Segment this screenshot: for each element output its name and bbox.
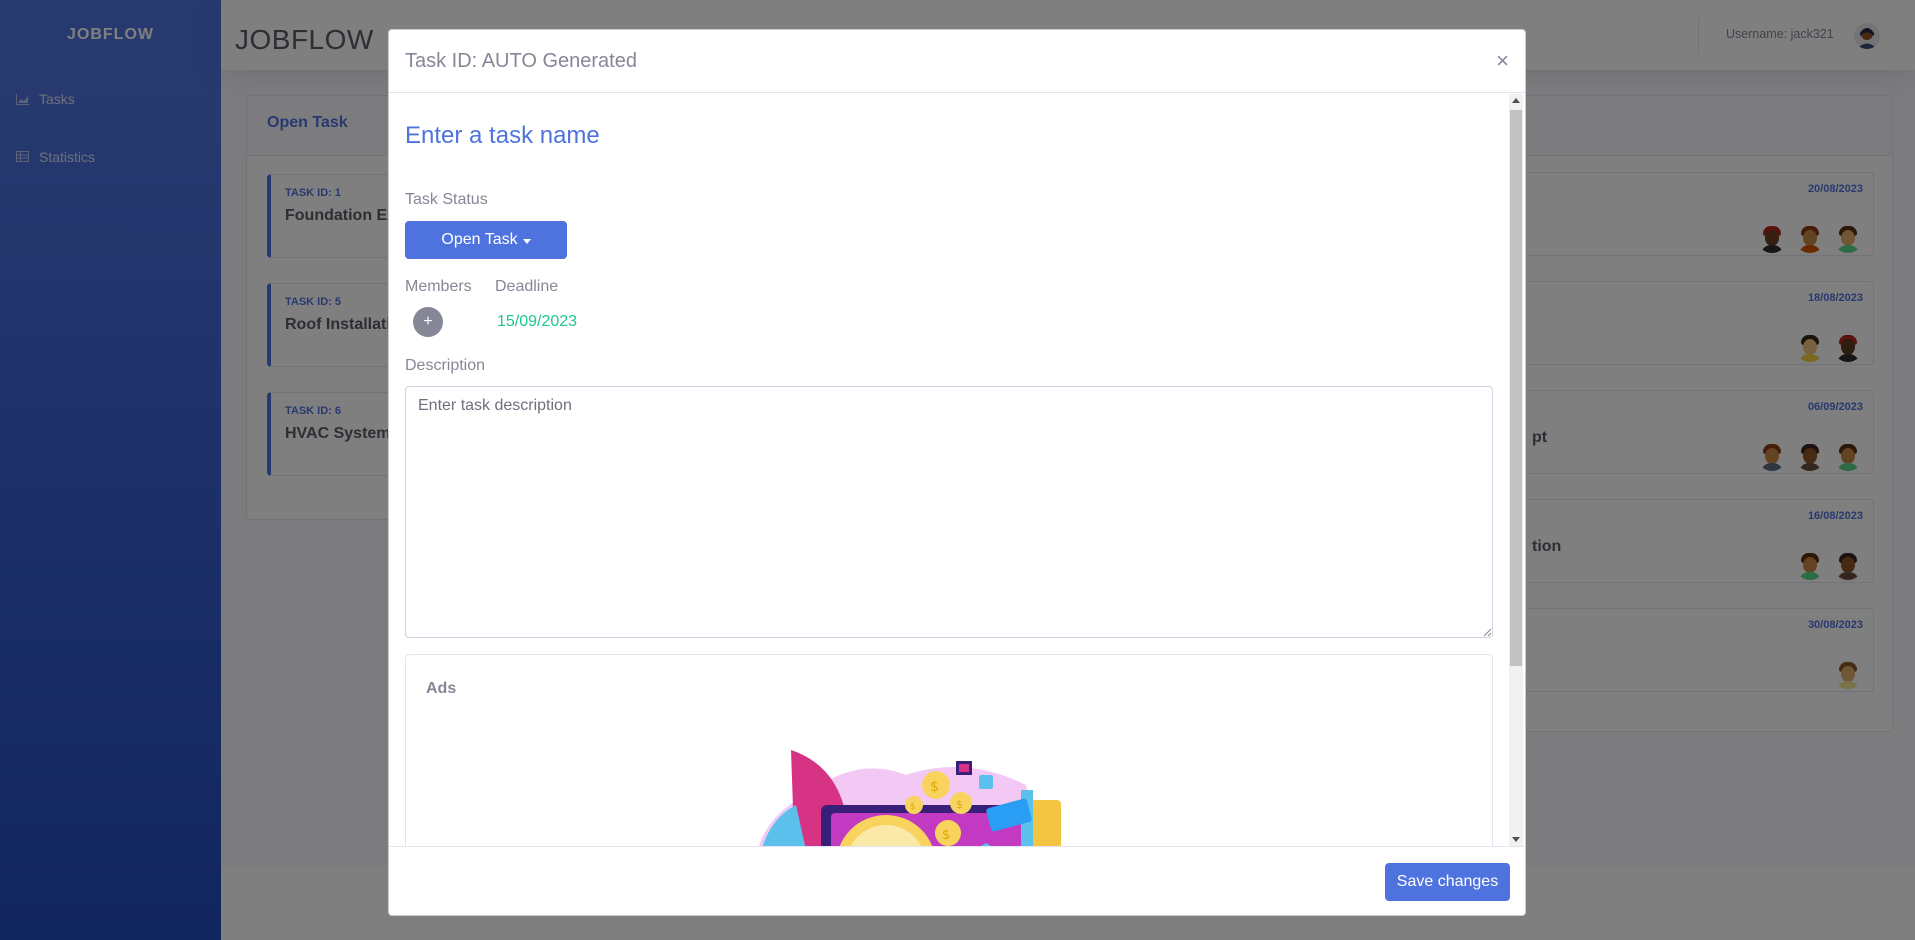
members-label: Members [405,278,472,295]
ads-title: Ads [426,680,457,697]
modal-scrollbar[interactable] [1509,94,1523,847]
task-name-editable[interactable]: Enter a task name [405,122,600,150]
description-label: Description [405,357,486,374]
description-textarea[interactable] [405,386,1493,638]
ads-card: Ads $ $ $ $ $ [405,654,1493,847]
modal-title: Task ID: AUTO Generated [405,49,637,72]
close-icon[interactable]: × [1496,50,1509,72]
scroll-down-icon[interactable] [1512,837,1520,842]
svg-text:$: $ [956,798,963,811]
modal-body: Enter a task name Task Status Open Task … [389,94,1525,847]
modal-header: Task ID: AUTO Generated × [389,30,1525,93]
deadline-value[interactable]: 15/09/2023 [497,313,577,331]
svg-text:$: $ [930,779,939,795]
scroll-up-icon[interactable] [1512,98,1520,103]
task-status-label: Task Status [405,191,488,208]
finance-illustration: $ $ $ $ $ [758,750,1061,847]
deadline-label: Deadline [495,278,559,295]
modal-footer: Save changes [389,846,1525,915]
save-button[interactable]: Save changes [1385,863,1510,901]
task-status-dropdown[interactable]: Open Task [405,221,567,259]
task-modal: Task ID: AUTO Generated × Enter a task n… [388,29,1526,916]
caret-down-icon [522,238,531,244]
task-status-value: Open Task [441,231,518,248]
svg-text:$: $ [942,828,950,843]
svg-text:$: $ [910,802,916,812]
add-member-button[interactable]: + [413,307,443,337]
scrollbar-thumb[interactable] [1510,110,1522,666]
resize-handle-icon[interactable] [1483,628,1492,637]
